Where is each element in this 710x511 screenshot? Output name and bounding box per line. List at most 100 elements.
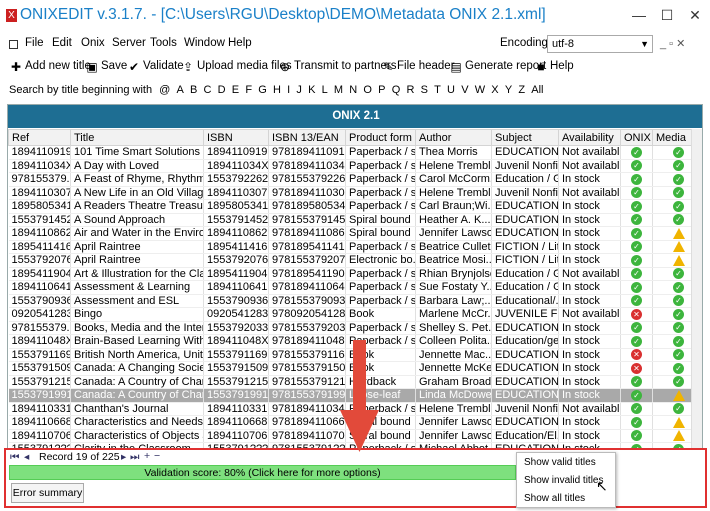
table-cell[interactable]: 9781553792079 <box>268 253 346 268</box>
table-cell[interactable]: 9781553791997 <box>268 388 346 403</box>
table-cell[interactable]: Graham Broad... <box>415 375 492 389</box>
table-cell[interactable]: Not availabl... <box>558 186 621 200</box>
table-cell[interactable]: 1553792262 <box>203 172 269 187</box>
table-cell[interactable]: Juvenil Nonfic... <box>491 159 559 173</box>
table-cell[interactable]: 1894110641 <box>203 280 269 295</box>
onix-status-cell[interactable]: ✓ <box>620 253 653 268</box>
onix-status-cell[interactable]: ✓ <box>620 402 653 416</box>
table-cell[interactable]: In stock <box>558 415 621 430</box>
validate-button[interactable]: ✔ Validate <box>128 60 184 73</box>
generate-report-button[interactable]: ▤ Generate report <box>450 60 546 73</box>
onix-status-cell[interactable]: ✓ <box>620 213 653 227</box>
table-cell[interactable]: In stock <box>558 226 621 241</box>
table-cell[interactable]: EDUCATION ... <box>491 321 559 335</box>
table-cell[interactable]: Books, Media and the Internet <box>70 321 204 335</box>
table-cell[interactable]: In stock <box>558 294 621 308</box>
table-cell[interactable]: Not availabl... <box>558 159 621 173</box>
menu-window[interactable]: Window <box>184 37 225 49</box>
onix-status-cell[interactable]: ✓ <box>620 375 653 389</box>
table-cell[interactable]: Bingo <box>70 307 204 322</box>
letter-filter-z[interactable]: Z <box>518 84 525 96</box>
table-cell[interactable]: 1894110862 <box>203 226 269 241</box>
table-cell[interactable]: EDUCATION ... <box>491 388 559 403</box>
table-cell[interactable]: Jennifer Lawson <box>415 429 492 443</box>
table-cell[interactable]: Marlene McCr... <box>415 307 492 322</box>
table-cell[interactable]: 9781894110709 <box>268 429 346 443</box>
table-cell[interactable]: Assessment and ESL <box>70 294 204 308</box>
menu-server[interactable]: Server <box>112 37 146 49</box>
table-cell[interactable]: A Day with Loved <box>70 159 204 173</box>
column-header-product-form[interactable]: Product form <box>345 129 416 146</box>
table-cell[interactable]: 1553790936 <box>203 294 269 308</box>
table-row[interactable]: 1894110641 Assessment & Learning 189411064… <box>8 280 702 295</box>
table-cell[interactable]: Paperback / s... <box>345 199 416 214</box>
onix-status-cell[interactable]: ✓ <box>620 172 653 187</box>
table-cell[interactable]: 0920541283 <box>8 307 71 322</box>
table-cell[interactable]: Jennette McKe... <box>415 361 492 376</box>
letter-filter-a[interactable]: A <box>176 84 183 96</box>
table-cell[interactable]: EDUCATION ... <box>491 213 559 227</box>
table-row[interactable]: 1895411416 April Raintree 1895411416 978189… <box>8 240 702 254</box>
menu-onix[interactable]: Onix <box>81 37 105 49</box>
table-cell[interactable]: 1894110331 <box>8 402 71 416</box>
table-cell[interactable]: Heather A. K... <box>415 213 492 227</box>
table-cell[interactable]: Colleen Polita... <box>415 334 492 349</box>
onix-status-cell[interactable]: ✕ <box>620 361 653 376</box>
table-cell[interactable]: Characteristics and Needs of... <box>70 415 204 430</box>
table-cell[interactable]: 1894110307 <box>8 186 71 200</box>
letter-filter-c[interactable]: C <box>204 84 212 96</box>
table-cell[interactable]: 9781553791508 <box>268 361 346 376</box>
table-cell[interactable]: 1894110307 <box>203 186 269 200</box>
onix-status-cell[interactable]: ✓ <box>620 267 653 281</box>
letter-filter-m[interactable]: M <box>334 84 343 96</box>
onix-status-cell[interactable]: ✓ <box>620 145 653 160</box>
table-cell[interactable]: Book <box>345 307 416 322</box>
table-cell[interactable]: 1553791991 <box>203 388 269 403</box>
table-cell[interactable]: April Raintree <box>70 240 204 254</box>
table-cell[interactable]: In stock <box>558 199 621 214</box>
table-cell[interactable]: 1895411904 <box>203 267 269 281</box>
table-cell[interactable]: 9781894110860 <box>268 226 346 241</box>
mdi-window-controls[interactable]: _ ▫ ✕ <box>660 37 685 50</box>
table-cell[interactable]: British North America, Unit 2 <box>70 348 204 362</box>
table-cell[interactable]: Juvenil Nonfic... <box>491 402 559 416</box>
file-header-button[interactable]: ✎ File header <box>382 60 455 73</box>
table-cell[interactable]: 1553791452 <box>8 213 71 227</box>
table-row[interactable]: 1895411904Art & Illustration for the Cla… <box>8 267 702 281</box>
table-row[interactable]: 1894110307 A New Life in an Old Village 18… <box>8 186 702 200</box>
table-cell[interactable]: 1894110331 <box>203 402 269 416</box>
table-cell[interactable]: Helene Tremblay <box>415 159 492 173</box>
letter-filter-e[interactable]: E <box>232 84 239 96</box>
table-cell[interactable]: Brain-Based Learning With C... <box>70 334 204 349</box>
table-cell[interactable]: 9781894110303 <box>268 186 346 200</box>
letter-filter-all[interactable]: All <box>531 84 543 96</box>
letter-filter-x[interactable]: X <box>491 84 498 96</box>
table-cell[interactable]: EDUCATION ... <box>491 226 559 241</box>
table-cell[interactable]: 9781894110341 <box>268 402 346 416</box>
show-valid-titles-item[interactable]: Show valid titles <box>517 455 615 471</box>
table-cell[interactable]: Shelley S. Pet... <box>415 321 492 335</box>
table-cell[interactable]: Jennette Mac... <box>415 348 492 362</box>
column-header-title[interactable]: Title <box>70 129 204 146</box>
table-cell[interactable]: 9781553791218 <box>268 375 346 389</box>
table-cell[interactable]: A New Life in an Old Village <box>70 186 204 200</box>
table-cell[interactable]: Canada: A Changing Society... <box>70 361 204 376</box>
table-cell[interactable]: 9781553792031 <box>268 321 346 335</box>
table-cell[interactable]: 189411048X <box>203 334 269 349</box>
table-cell[interactable]: 1894110919 <box>8 145 71 160</box>
table-cell[interactable]: 9781894110343 <box>268 159 346 173</box>
table-cell[interactable]: 9781553792260 <box>268 172 346 187</box>
table-cell[interactable]: In stock <box>558 240 621 254</box>
column-header-onix[interactable]: ONIX <box>620 129 653 146</box>
table-cell[interactable]: Carl Braun;Wi... <box>415 199 492 214</box>
onix-status-cell[interactable]: ✓ <box>620 186 653 200</box>
letter-filter-q[interactable]: Q <box>392 84 401 96</box>
menu-edit[interactable]: Edit <box>52 37 72 49</box>
table-cell[interactable]: In stock <box>558 172 621 187</box>
table-cell[interactable]: 9781553791454 <box>268 213 346 227</box>
table-cell[interactable]: 1894110862 <box>8 226 71 241</box>
table-cell[interactable]: 1895805341 <box>203 199 269 214</box>
table-cell[interactable]: Helene Tremblay <box>415 186 492 200</box>
column-header-isbn-13-ean[interactable]: ISBN 13/EAN <box>268 129 346 146</box>
table-cell[interactable]: Paperback / s... <box>345 186 416 200</box>
